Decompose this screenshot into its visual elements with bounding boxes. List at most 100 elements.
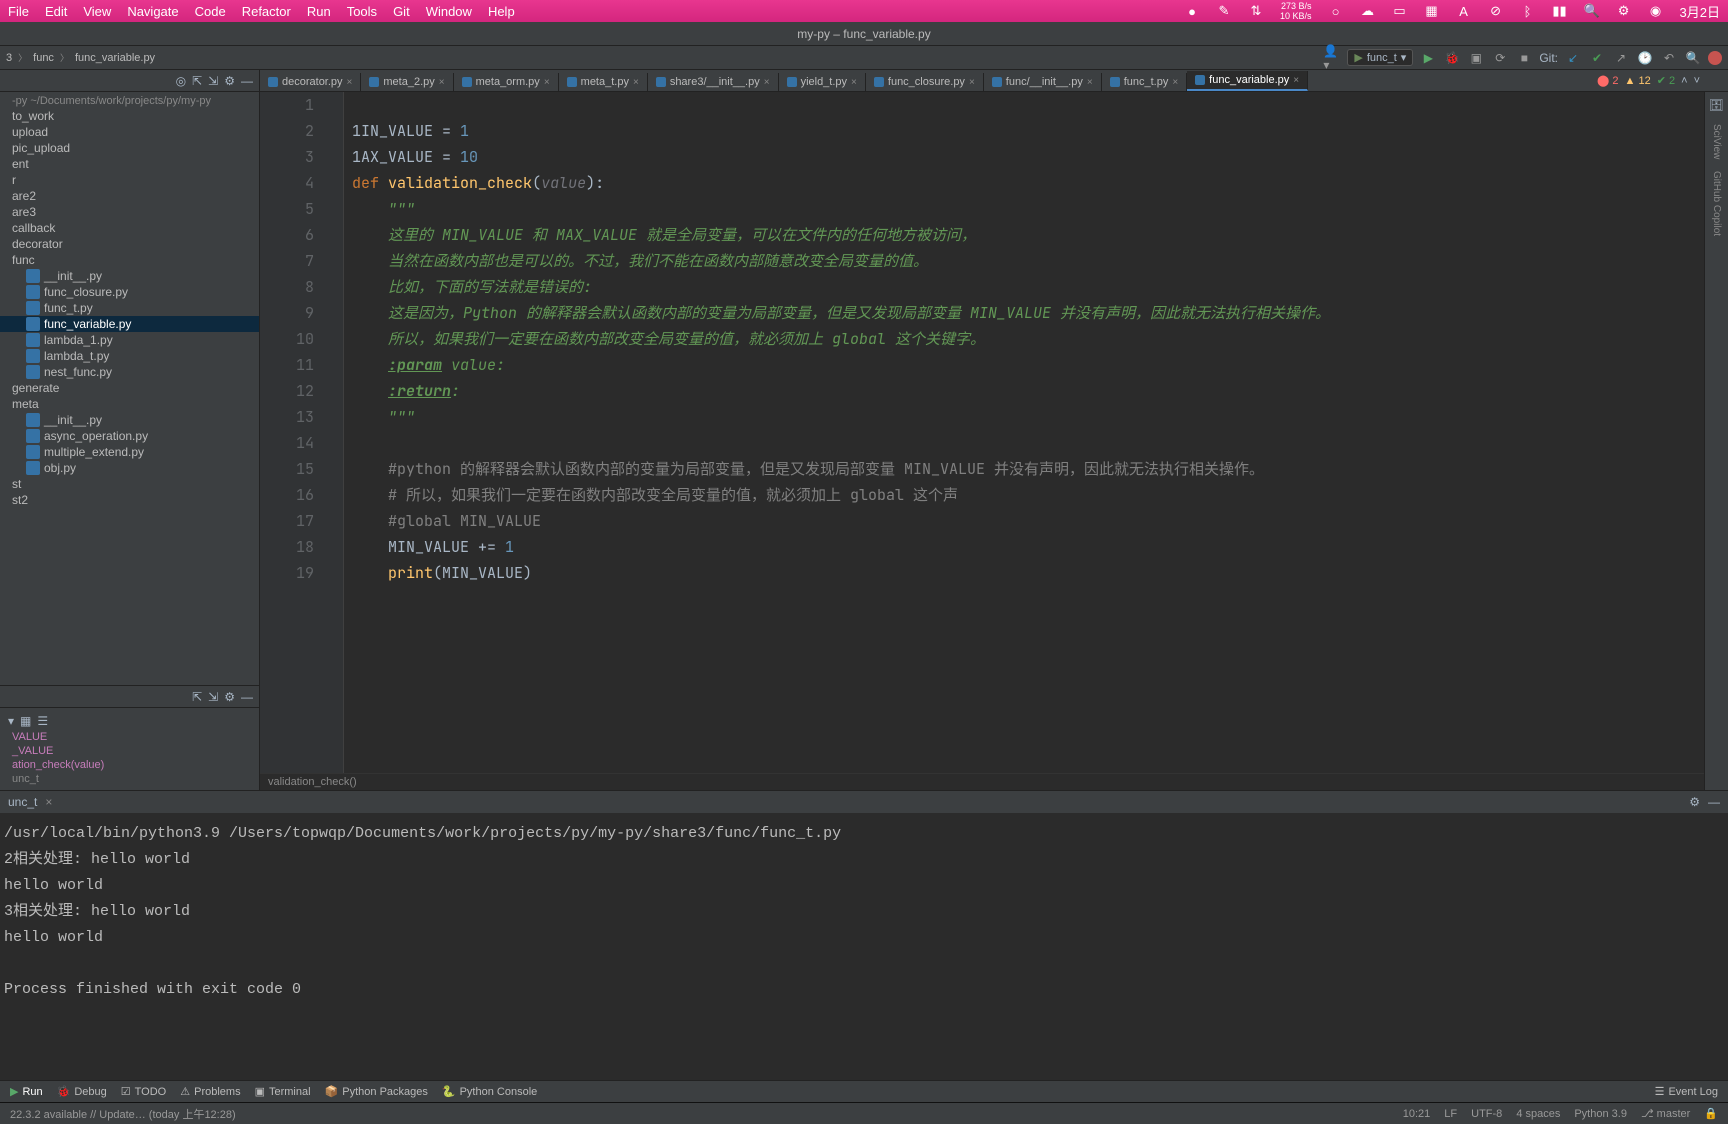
screens-icon[interactable]: ▭ — [1392, 3, 1408, 19]
tree-folder[interactable]: r — [0, 172, 259, 188]
editor-tab[interactable]: func_t.py× — [1102, 73, 1187, 91]
copilot-tab[interactable]: GitHub Copilot — [1711, 171, 1722, 236]
tree-folder[interactable]: decorator — [0, 236, 259, 252]
tree-folder[interactable]: ent — [0, 156, 259, 172]
status-cursor[interactable]: 10:21 — [1403, 1108, 1431, 1120]
line-number[interactable]: 14 — [260, 430, 314, 456]
chevron-up-icon[interactable]: ˄ — [1681, 75, 1687, 87]
git-commit-icon[interactable]: ✔ — [1588, 49, 1606, 67]
structure-group-icon[interactable]: ☰ — [37, 714, 48, 728]
status-branch[interactable]: ⎇ master — [1641, 1107, 1690, 1120]
tree-folder[interactable]: callback — [0, 220, 259, 236]
line-number[interactable]: 12 — [260, 378, 314, 404]
sciview-tab[interactable]: SciView — [1711, 124, 1722, 159]
editor-tab[interactable]: func_variable.py× — [1187, 71, 1308, 91]
inspection-widget[interactable]: ⬤ 2 ▲ 12 ✔ 2 ˄ ˅ — [1597, 74, 1700, 87]
line-number[interactable]: 19 — [260, 560, 314, 586]
breadcrumb-seg[interactable]: func — [33, 52, 54, 64]
editor-tab[interactable]: func/__init__.py× — [984, 73, 1102, 91]
structure-item[interactable]: _VALUE — [4, 744, 255, 758]
structure-sort-icon[interactable]: ▾ — [8, 714, 14, 728]
menu-tools[interactable]: Tools — [347, 4, 377, 19]
code-line[interactable]: def validation_check(value): — [352, 170, 1728, 196]
code-line[interactable]: #python 的解释器会默认函数内部的变量为局部变量，但是又发现局部变量 MI… — [352, 456, 1728, 482]
sidebar-hide-icon[interactable]: — — [241, 74, 253, 88]
cloud-icon[interactable]: ☁ — [1360, 3, 1376, 19]
menu-refactor[interactable]: Refactor — [242, 4, 291, 19]
toolwindow-settings-icon[interactable]: ⚙ — [1689, 795, 1700, 809]
editor-tab[interactable]: decorator.py× — [260, 73, 361, 91]
ok-count[interactable]: ✔ 2 — [1657, 74, 1675, 87]
tree-file[interactable]: async_operation.py — [0, 428, 259, 444]
structure-item[interactable]: ation_check(value) — [4, 758, 255, 772]
tree-folder[interactable]: are3 — [0, 204, 259, 220]
menu-run[interactable]: Run — [307, 4, 331, 19]
line-number[interactable]: 2 — [260, 118, 314, 144]
editor-tab[interactable]: yield_t.py× — [779, 73, 866, 91]
structure-collapse-icon[interactable]: ⇲ — [208, 690, 218, 704]
close-icon[interactable]: × — [633, 77, 639, 88]
close-icon[interactable]: × — [851, 77, 857, 88]
line-number[interactable]: 5 — [260, 196, 314, 222]
tree-folder[interactable]: pic_upload — [0, 140, 259, 156]
structure-tree[interactable]: ▾ ▦ ☰ VALUE _VALUE ation_check(value) un… — [0, 708, 259, 790]
tree-folder[interactable]: are2 — [0, 188, 259, 204]
menu-code[interactable]: Code — [195, 4, 226, 19]
line-number[interactable]: 13 — [260, 404, 314, 430]
code-line[interactable]: MIN_VALUE += 1 — [352, 534, 1728, 560]
close-icon[interactable]: × — [45, 795, 52, 809]
stop-button[interactable]: ■ — [1515, 49, 1533, 67]
close-icon[interactable]: × — [764, 77, 770, 88]
menu-window[interactable]: Window — [426, 4, 472, 19]
menu-view[interactable]: View — [83, 4, 111, 19]
menu-edit[interactable]: Edit — [45, 4, 67, 19]
code-line[interactable] — [352, 430, 1728, 456]
structure-hide-icon[interactable]: — — [241, 690, 253, 704]
sidebar-settings-icon[interactable]: ⚙ — [224, 74, 235, 88]
close-icon[interactable]: × — [544, 77, 550, 88]
line-number[interactable]: 8 — [260, 274, 314, 300]
editor-tab[interactable]: func_closure.py× — [866, 73, 984, 91]
status-message[interactable]: 22.3.2 available // Update… (today 上午12:… — [10, 1106, 236, 1122]
code-line[interactable]: :return: — [352, 378, 1728, 404]
status-interpreter[interactable]: Python 3.9 — [1574, 1108, 1627, 1120]
editor-tab[interactable]: meta_orm.py× — [454, 73, 559, 91]
code-editor[interactable]: 12345678910111213141516171819 1IN_VALUE … — [260, 92, 1728, 773]
status-encoding[interactable]: UTF-8 — [1471, 1108, 1502, 1120]
profile-button[interactable]: ⟳ — [1491, 49, 1509, 67]
tree-file[interactable]: nest_func.py — [0, 364, 259, 380]
tw-todo[interactable]: ☑TODO — [121, 1085, 166, 1098]
line-number[interactable]: 1 — [260, 92, 314, 118]
code-line[interactable]: print(MIN_VALUE) — [352, 560, 1728, 586]
tw-python-console[interactable]: 🐍Python Console — [442, 1085, 537, 1098]
pen-icon[interactable]: ✎ — [1216, 3, 1232, 19]
close-icon[interactable]: × — [439, 77, 445, 88]
tree-folder[interactable]: upload — [0, 124, 259, 140]
fold-column[interactable] — [330, 92, 344, 773]
breadcrumb-seg[interactable]: func_variable.py — [75, 52, 155, 64]
line-number[interactable]: 15 — [260, 456, 314, 482]
status-lf[interactable]: LF — [1444, 1108, 1457, 1120]
close-icon[interactable]: × — [347, 77, 353, 88]
code-content[interactable]: 1IN_VALUE = 11AX_VALUE = 10def validatio… — [344, 92, 1728, 773]
sidebar-target-icon[interactable]: ◎ — [176, 74, 186, 88]
run-config-dropdown[interactable]: ▶ func_t ▾ — [1347, 49, 1413, 66]
code-line[interactable]: 1AX_VALUE = 10 — [352, 144, 1728, 170]
tree-folder[interactable]: to_work — [0, 108, 259, 124]
close-icon[interactable]: × — [1087, 77, 1093, 88]
git-history-icon[interactable]: 🕑 — [1636, 49, 1654, 67]
tree-folder[interactable]: st2 — [0, 492, 259, 508]
menu-file[interactable]: File — [8, 4, 29, 19]
breadcrumb-seg[interactable]: 3 — [6, 52, 12, 64]
line-number[interactable]: 6 — [260, 222, 314, 248]
tw-python-packages[interactable]: 📦Python Packages — [325, 1085, 428, 1098]
code-line[interactable]: 所以，如果我们一定要在函数内部改变全局变量的值，就必须加上 global 这个关… — [352, 326, 1728, 352]
close-icon[interactable]: × — [969, 77, 975, 88]
project-root[interactable]: -py ~/Documents/work/projects/py/my-py — [0, 94, 259, 108]
database-icon[interactable]: 🗄 — [1709, 98, 1724, 112]
circle-icon[interactable]: ○ — [1328, 3, 1344, 19]
tw-event-log[interactable]: ☰Event Log — [1655, 1085, 1718, 1098]
close-icon[interactable]: × — [1172, 77, 1178, 88]
line-number[interactable]: 4 — [260, 170, 314, 196]
menu-git[interactable]: Git — [393, 4, 410, 19]
